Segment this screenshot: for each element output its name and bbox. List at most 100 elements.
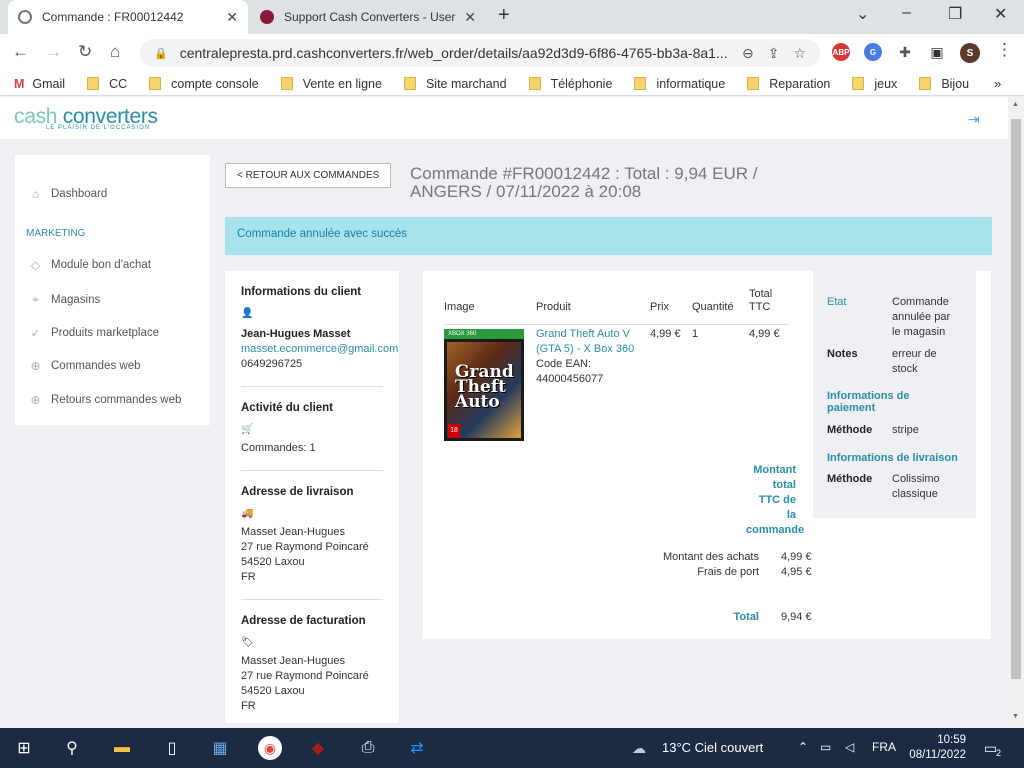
client-email-link[interactable]: masset.ecommerce@gmail.com	[241, 342, 398, 357]
clock[interactable]: 10:59 08/11/2022	[904, 733, 966, 763]
new-tab-icon[interactable]: +	[498, 4, 510, 27]
bookmark-folder[interactable]: Vente en ligne	[280, 77, 382, 91]
bookmark-folder[interactable]: compte console	[149, 77, 259, 91]
delivery-method-value: Colissimo classique	[892, 472, 972, 502]
bookmark-folder[interactable]: Téléphonie	[528, 76, 613, 91]
tab-search-icon[interactable]: ⌄	[856, 4, 869, 24]
scrollbar-thumb[interactable]	[1011, 119, 1021, 679]
address-line: 27 rue Raymond Poincaré	[241, 541, 369, 553]
address-toolbar: ← → ↻ ⌂ 🔒 centralepresta.prd.cashconvert…	[0, 34, 1024, 72]
bookmark-folder[interactable]: Reparation	[747, 77, 830, 91]
sidebar-item-purchase-voucher[interactable]: ◇ Module bon d'achat	[29, 258, 151, 272]
value-line: stock	[892, 363, 918, 375]
more-bookmarks-icon[interactable]: »	[994, 76, 1001, 91]
sidebar-item-dashboard[interactable]: ⌂ Dashboard	[29, 187, 107, 201]
sidepanel-icon[interactable]: ▣	[928, 43, 946, 61]
menu-kebab-icon[interactable]: ⋮	[996, 40, 1013, 60]
minimize-icon[interactable]: –	[902, 4, 911, 22]
weather-text[interactable]: 13°C Ciel couvert	[662, 740, 763, 755]
ean-value: 44000456077	[536, 373, 604, 385]
product-cell: Grand Theft Auto V (GTA 5) - X Box 360 C…	[536, 327, 641, 387]
clock-time: 10:59	[937, 734, 966, 746]
product-quantity: 1	[692, 328, 699, 340]
bookmark-folder[interactable]: Bijou	[919, 77, 969, 91]
sidebar-item-web-orders[interactable]: ⊕ Commandes web	[29, 359, 140, 373]
bookmark-gmail[interactable]: M Gmail	[14, 77, 65, 91]
cash-converters-logo[interactable]: cash converters LE PLAISIR DE L'OCCASION	[14, 105, 158, 131]
volume-icon[interactable]: ◁	[845, 740, 854, 754]
label-line: Montant	[753, 464, 796, 476]
close-window-icon[interactable]: ✕	[994, 4, 1007, 24]
address-line: Masset Jean-Hugues	[241, 655, 345, 667]
windows-start-icon[interactable]: ⊞	[12, 736, 36, 760]
sidebar-item-stores[interactable]: ⌖ Magasins	[29, 292, 100, 307]
notepad-icon[interactable]: ▯	[160, 736, 184, 760]
scroll-up-icon[interactable]: ▲	[1012, 101, 1019, 108]
value-line: annulée par	[892, 311, 951, 323]
folder-icon	[634, 77, 647, 90]
sidebar-item-label: Module bon d'achat	[51, 259, 152, 271]
weather-icon[interactable]: ☁	[632, 740, 646, 757]
sidebar-item-label: Dashboard	[51, 188, 108, 200]
sidebar: ⌂ Dashboard MARKETING ◇ Module bon d'achat…	[15, 155, 210, 425]
product-link[interactable]: Grand Theft Auto V	[536, 327, 641, 342]
bookmark-label: Reparation	[769, 76, 831, 91]
adblock-icon[interactable]: ABP	[832, 43, 850, 61]
ean-label: Code EAN:	[536, 358, 592, 370]
bookmark-star-icon[interactable]: ☆	[793, 45, 806, 62]
windows-taskbar: ⊞ ⚲ ▬ ▯ ▦ ◉ ◆ ⎙ ⇄ ☁ 13°C Ciel couvert ⌃ …	[0, 728, 1024, 768]
forward-arrow-icon[interactable]: →	[45, 42, 62, 62]
tray-chevron-icon[interactable]: ⌃	[798, 740, 808, 754]
back-arrow-icon[interactable]: ←	[12, 42, 29, 62]
app-icon[interactable]: ◆	[306, 736, 330, 760]
language-indicator[interactable]: FRA	[872, 740, 896, 754]
status-label: Etat	[827, 296, 847, 308]
chrome-icon[interactable]: ◉	[258, 736, 282, 760]
gmail-icon: M	[14, 76, 25, 91]
bookmark-label: Téléphonie	[550, 76, 613, 91]
reload-icon[interactable]: ↻	[78, 42, 92, 62]
back-to-orders-button[interactable]: < RETOUR AUX COMMANDES	[225, 163, 392, 188]
bookmark-folder[interactable]: informatique	[634, 77, 725, 91]
zoom-icon[interactable]: ⊖	[742, 45, 754, 62]
file-explorer-icon[interactable]: ▬	[110, 736, 134, 760]
close-tab-icon[interactable]: ✕	[464, 9, 476, 26]
translate-icon[interactable]: G	[864, 43, 882, 61]
client-info-section: Informations du client 👤 Jean-Hugues Mas…	[241, 285, 398, 387]
sidebar-item-marketplace[interactable]: ✓ Produits marketplace	[29, 326, 159, 340]
printer-icon[interactable]: ⎙	[356, 736, 380, 760]
extensions-puzzle-icon[interactable]: ✚	[896, 43, 914, 61]
home-icon[interactable]: ⌂	[110, 42, 120, 62]
folder-icon	[280, 77, 293, 90]
bookmark-folder[interactable]: jeux	[852, 77, 897, 91]
page-scrollbar[interactable]: ▲ ▼	[1008, 97, 1024, 727]
tab-strip: Commande : FR00012442 ✕ Support Cash Con…	[0, 0, 1024, 34]
browser-tab[interactable]: Support Cash Converters - User N ✕	[250, 0, 486, 34]
browser-tab-active[interactable]: Commande : FR00012442 ✕	[8, 0, 248, 34]
product-image: XBOX 360 Grand Theft Auto 18	[444, 329, 524, 441]
search-icon[interactable]: ⚲	[60, 736, 84, 760]
bookmark-folder[interactable]: Site marchand	[403, 77, 507, 91]
url-bar[interactable]: 🔒 centralepresta.prd.cashconverters.fr/w…	[140, 39, 820, 67]
logout-icon[interactable]: ⇥	[968, 111, 980, 128]
share-icon[interactable]: ⇪	[768, 45, 780, 62]
lock-icon: 🔒	[154, 47, 168, 60]
scroll-down-icon[interactable]: ▼	[1012, 713, 1019, 720]
section-title: Adresse de facturation	[241, 615, 366, 627]
sidebar-item-label: Magasins	[51, 293, 101, 306]
address-line: Masset Jean-Hugues	[241, 526, 345, 538]
calculator-icon[interactable]: ▦	[208, 736, 232, 760]
maximize-icon[interactable]: ❐	[948, 4, 962, 24]
success-alert: Commande annulée avec succès	[225, 217, 992, 255]
network-icon[interactable]: ▭	[820, 740, 831, 754]
value-line: classique	[892, 488, 938, 500]
teamviewer-icon[interactable]: ⇄	[405, 736, 429, 760]
bookmark-folder[interactable]: CC	[87, 77, 127, 91]
sidebar-item-web-returns[interactable]: ⊕ Retours commandes web	[29, 393, 181, 407]
shipping-fee-label: Frais de port	[697, 566, 759, 578]
logo-tagline: LE PLAISIR DE L'OCCASION	[46, 125, 151, 131]
billing-address-section: Adresse de facturation 🏷 Masset Jean-Hug…	[241, 614, 383, 727]
product-link[interactable]: (GTA 5) - X Box 360	[536, 342, 641, 357]
profile-avatar[interactable]: S	[960, 43, 980, 63]
close-tab-icon[interactable]: ✕	[226, 9, 238, 26]
